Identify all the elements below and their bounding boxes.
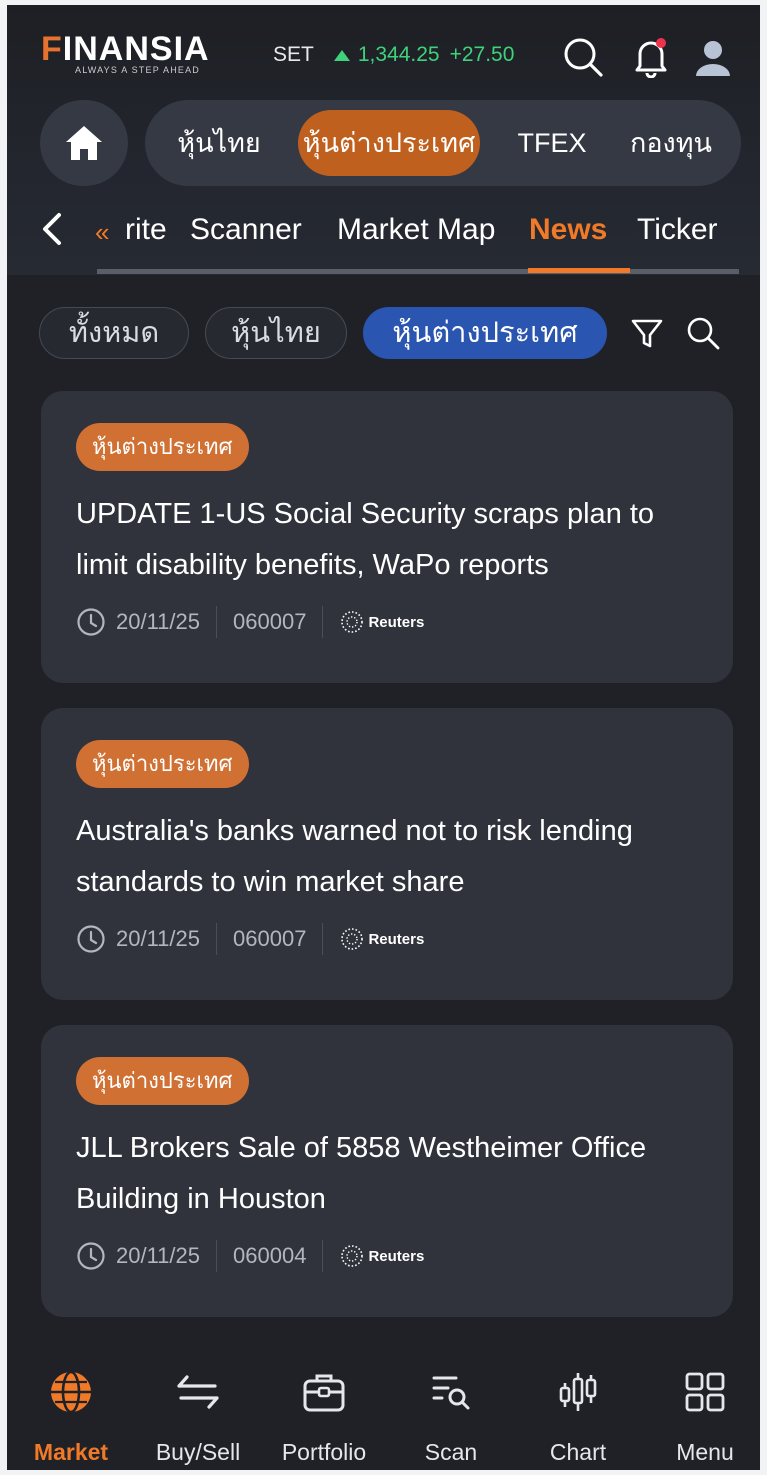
nav-market[interactable]: Market — [11, 1367, 131, 1466]
set-index-ticker[interactable]: SET 1,344.25 +27.50 — [273, 43, 514, 67]
news-headline: Australia's banks warned not to risk len… — [76, 815, 633, 898]
nav-portfolio[interactable]: Portfolio — [264, 1367, 384, 1466]
news-meta: 20/11/25 060004 Reuters — [76, 1238, 424, 1274]
index-change: +27.50 — [449, 43, 515, 66]
news-time: 060007 — [233, 609, 307, 634]
divider — [322, 1240, 324, 1272]
user-avatar-icon — [696, 41, 730, 76]
finansia-logo[interactable]: FINANSIA ALWAYS A STEP AHEAD — [41, 31, 210, 75]
divider — [322, 606, 324, 638]
news-time: 060007 — [233, 926, 307, 951]
reuters-logo-icon — [341, 1245, 364, 1267]
clock-icon — [77, 925, 105, 953]
news-meta: 20/11/25 060007 Reuters — [76, 604, 424, 640]
nav-buy-sell[interactable]: Buy/Sell — [138, 1367, 258, 1466]
filter-icon[interactable] — [629, 315, 665, 351]
news-headline: JLL Brokers Sale of 5858 Westheimer Offi… — [76, 1132, 647, 1215]
nav-label: Menu — [676, 1439, 734, 1465]
reuters-logo-icon — [341, 611, 364, 633]
search-icon — [564, 38, 603, 77]
reuters-logo-icon — [341, 928, 364, 950]
nav-label: Portfolio — [281, 1439, 367, 1465]
category-tabs: หุ้นไทย หุ้นต่างประเทศ TFEX กองทุน — [40, 100, 741, 186]
subnav-ticker[interactable]: Ticker — [637, 213, 718, 247]
subnav-news[interactable]: News — [529, 213, 607, 247]
source-name: Reuters — [368, 930, 425, 948]
news-card[interactable]: หุ้นต่างประเทศ Australia's banks warned … — [41, 708, 733, 1000]
tab-tfex[interactable]: TFEX — [497, 110, 607, 176]
nav-chart[interactable]: Chart — [518, 1367, 638, 1466]
sub-navigation: « rite Scanner Market Map News Ticker — [7, 205, 760, 275]
clock-icon — [77, 1242, 105, 1270]
swap-arrows-icon — [177, 1375, 219, 1409]
home-button[interactable] — [40, 100, 128, 186]
divider — [322, 923, 324, 955]
nav-label: Scan — [424, 1439, 478, 1465]
home-icon — [66, 126, 102, 160]
logo-initial: F — [41, 30, 63, 68]
news-date: 20/11/25 — [116, 926, 201, 951]
search-icon[interactable] — [685, 315, 721, 351]
divider — [216, 1240, 218, 1272]
profile-button[interactable] — [691, 35, 735, 79]
back-chevron-icon[interactable] — [39, 211, 65, 256]
source-logo: Reuters — [339, 609, 424, 635]
subnav-scanner[interactable]: Scanner — [190, 213, 302, 247]
search-button[interactable] — [561, 35, 605, 79]
grid-menu-icon — [685, 1372, 725, 1412]
nav-label: Market — [33, 1439, 109, 1465]
subnav-market-map[interactable]: Market Map — [337, 213, 495, 247]
subnav-favorite[interactable]: rite — [125, 213, 167, 247]
index-value: 1,344.25 — [357, 43, 440, 66]
news-card[interactable]: หุ้นต่างประเทศ UPDATE 1-US Social Securi… — [41, 391, 733, 683]
globe-icon — [51, 1370, 91, 1414]
nav-scan[interactable]: Scan — [391, 1367, 511, 1466]
top-header: FINANSIA ALWAYS A STEP AHEAD SET 1,344.2… — [7, 5, 760, 275]
filter-all[interactable]: ทั้งหมด — [39, 307, 189, 359]
tab-thai-stocks[interactable]: หุ้นไทย — [163, 110, 275, 176]
subnav-scroll-track — [97, 269, 739, 274]
category-badge: หุ้นต่างประเทศ — [76, 1057, 249, 1105]
category-pill: หุ้นไทย หุ้นต่างประเทศ TFEX กองทุน — [145, 100, 741, 186]
scan-list-icon — [432, 1376, 470, 1410]
news-filter-row: ทั้งหมด หุ้นไทย หุ้นต่างประเทศ — [39, 307, 739, 359]
source-logo: Reuters — [339, 926, 424, 952]
nav-label: Chart — [549, 1439, 607, 1465]
candlestick-icon — [559, 1373, 597, 1411]
nav-menu[interactable]: Menu — [645, 1367, 760, 1466]
logo-tagline: ALWAYS A STEP AHEAD — [75, 65, 201, 75]
category-badge: หุ้นต่างประเทศ — [76, 740, 249, 788]
news-time: 060004 — [233, 1243, 307, 1268]
filter-foreign-stocks[interactable]: หุ้นต่างประเทศ — [363, 307, 607, 359]
source-logo: Reuters — [339, 1243, 424, 1269]
notification-button[interactable] — [629, 35, 673, 79]
category-badge: หุ้นต่างประเทศ — [76, 423, 249, 471]
divider — [216, 923, 218, 955]
notification-dot — [656, 38, 666, 48]
clock-icon — [77, 608, 105, 636]
index-name: SET — [273, 43, 314, 66]
news-date: 20/11/25 — [116, 609, 201, 634]
logo-text: INANSIA — [62, 30, 210, 68]
bottom-navigation: Market Buy/Sell Portfolio Scan Chart Men… — [7, 1355, 760, 1470]
briefcase-icon — [303, 1374, 345, 1412]
news-headline: UPDATE 1-US Social Security scraps plan … — [76, 498, 655, 581]
news-card[interactable]: หุ้นต่างประเทศ JLL Brokers Sale of 5858 … — [41, 1025, 733, 1317]
subnav-active-indicator — [528, 268, 630, 273]
up-arrow-icon — [333, 49, 350, 61]
app-screen: FINANSIA ALWAYS A STEP AHEAD SET 1,344.2… — [7, 5, 760, 1470]
filter-thai-stocks[interactable]: หุ้นไทย — [205, 307, 347, 359]
news-date: 20/11/25 — [116, 1243, 201, 1268]
tab-foreign-stocks[interactable]: หุ้นต่างประเทศ — [298, 110, 480, 176]
tab-funds[interactable]: กองทุน — [615, 110, 727, 176]
source-name: Reuters — [368, 613, 425, 631]
nav-label: Buy/Sell — [155, 1439, 241, 1465]
source-name: Reuters — [368, 1247, 425, 1265]
news-meta: 20/11/25 060007 Reuters — [76, 921, 424, 957]
double-chevron-icon[interactable]: « — [95, 217, 109, 248]
divider — [216, 606, 218, 638]
